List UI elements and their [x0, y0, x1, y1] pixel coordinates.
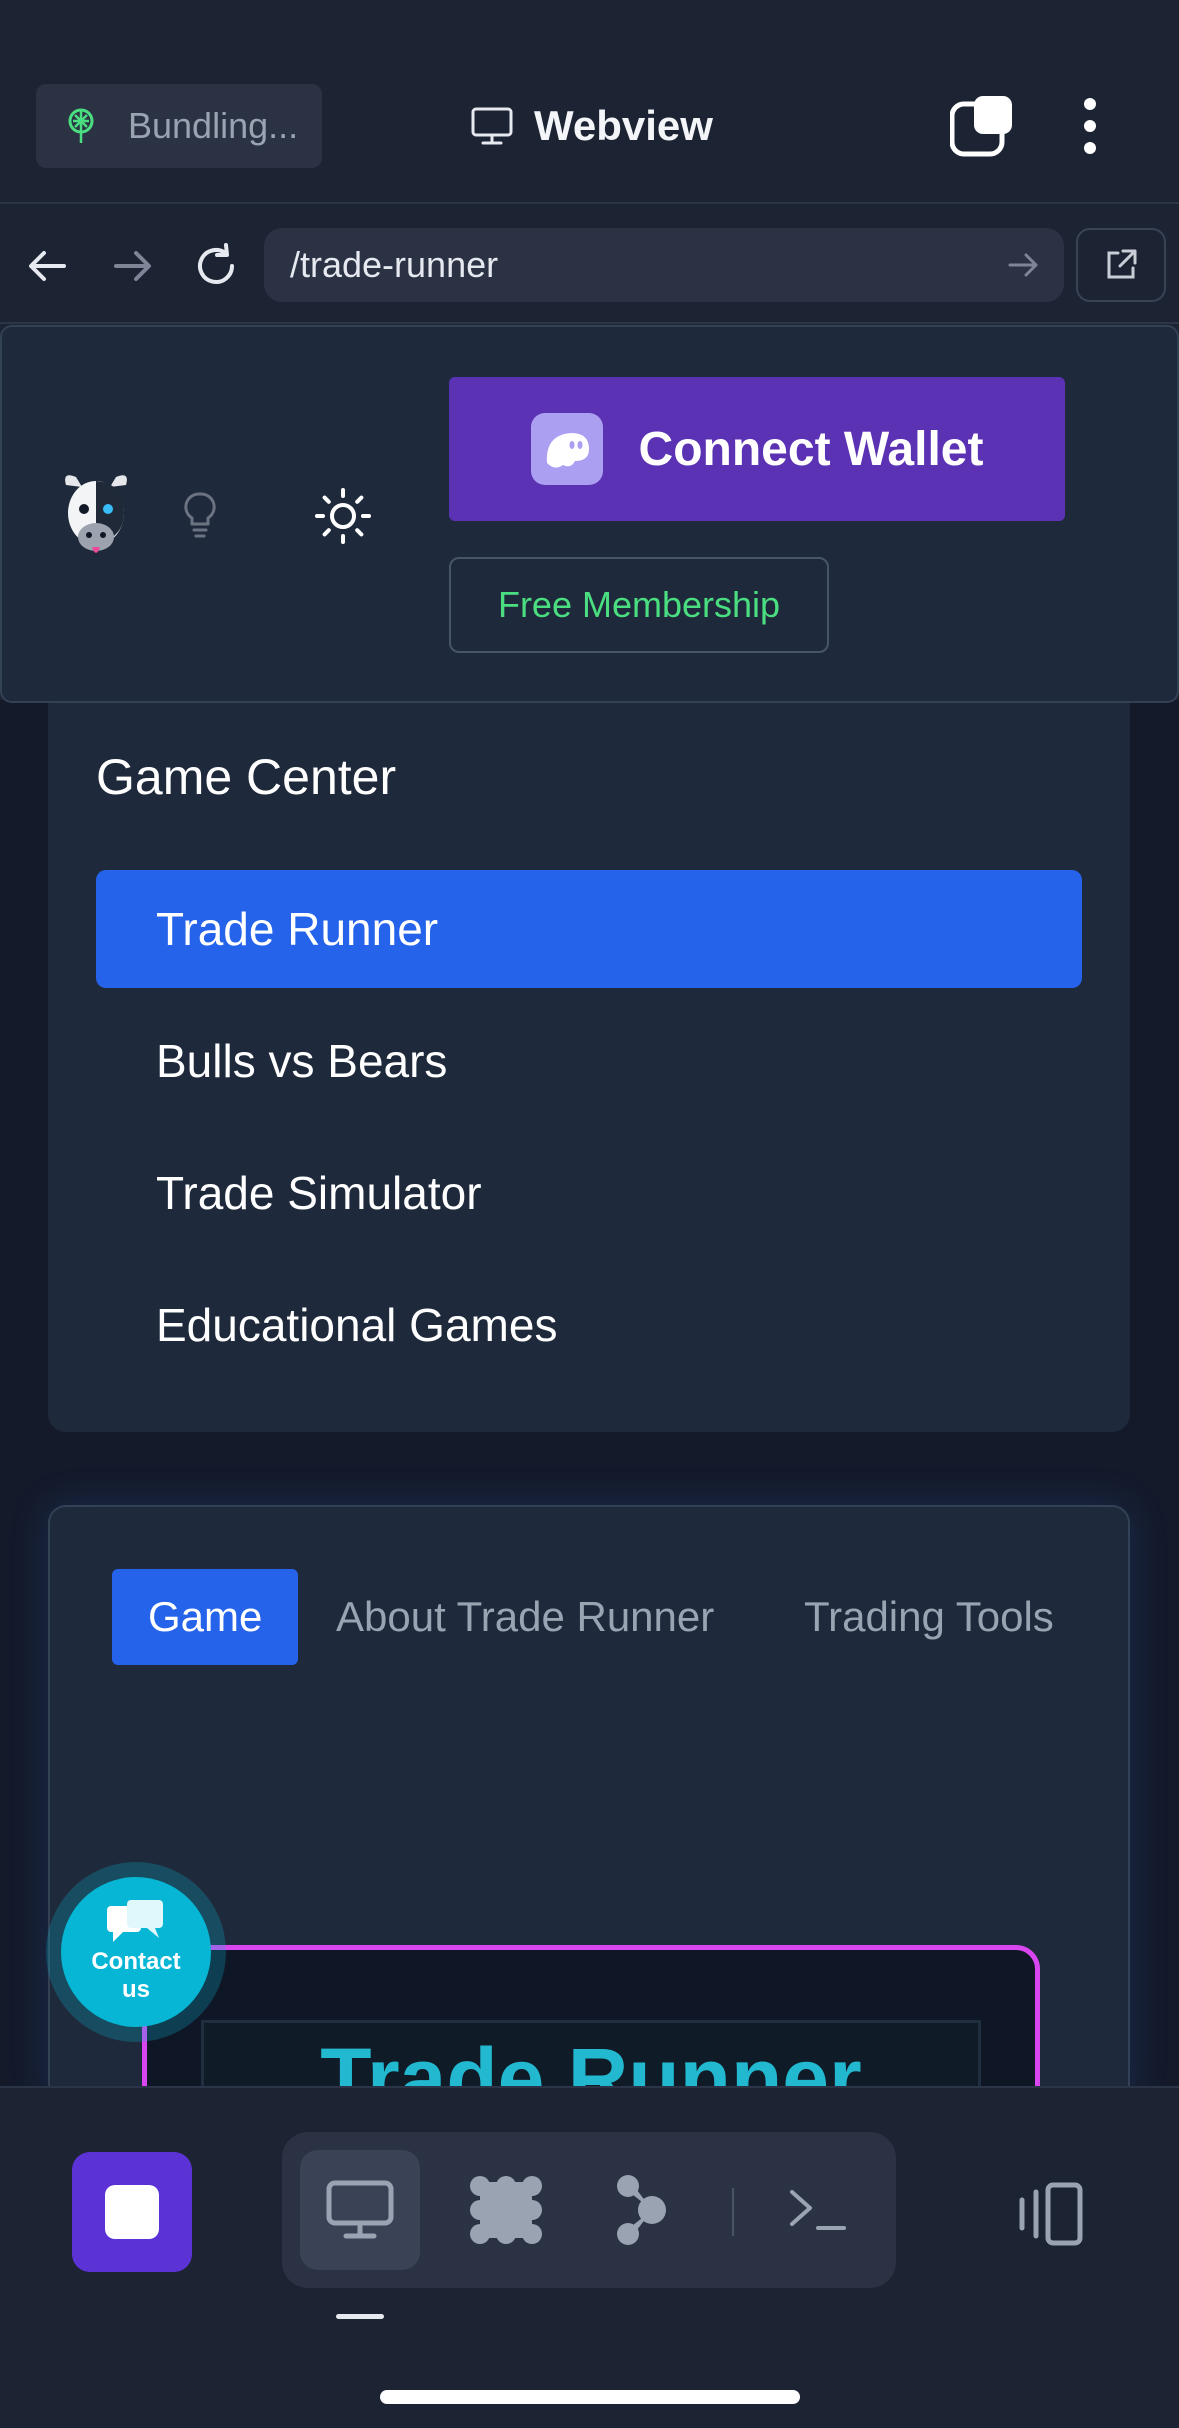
open-external-button[interactable]: [1076, 228, 1166, 302]
game-center-item-trade-simulator[interactable]: Trade Simulator: [96, 1134, 1082, 1252]
webview-title-text: Webview: [534, 102, 713, 149]
bundling-status[interactable]: Bundling...: [36, 84, 322, 168]
phantom-ghost-icon: [530, 413, 603, 485]
sun-icon[interactable]: [314, 487, 372, 545]
active-view-indicator: [336, 2314, 384, 2319]
cluster-icon: [470, 2176, 542, 2244]
view-switcher: [282, 2132, 896, 2288]
game-center-item-label: Educational Games: [156, 1299, 558, 1351]
go-icon[interactable]: [1004, 246, 1042, 284]
stop-button[interactable]: [72, 2152, 192, 2272]
url-text: /trade-runner: [290, 244, 499, 285]
agent-button[interactable]: [580, 2150, 700, 2270]
more-vertical-icon[interactable]: [1080, 94, 1100, 158]
home-indicator: [380, 2390, 800, 2404]
game-center-item-label: Trade Simulator: [156, 1167, 482, 1219]
preview-icon: [326, 2180, 394, 2239]
free-membership-label: Free Membership: [497, 584, 781, 625]
url-bar: /trade-runner: [0, 206, 1179, 324]
connect-wallet-button[interactable]: Connect Wallet: [449, 377, 1065, 521]
game-center-item-label: Trade Runner: [156, 903, 439, 955]
terminal-icon: [790, 2190, 846, 2230]
webview-title: Webview: [470, 98, 713, 154]
open-external-icon: [1107, 249, 1137, 279]
expo-icon: [62, 107, 100, 145]
bull-logo-icon[interactable]: [60, 467, 132, 563]
bundling-label: Bundling...: [128, 105, 299, 146]
game-center-item-label: Bulls vs Bears: [156, 1035, 448, 1087]
back-icon[interactable]: [24, 242, 72, 290]
lightbulb-icon[interactable]: [180, 491, 220, 539]
tabs-icon[interactable]: [950, 94, 1014, 158]
tab-label: Game: [148, 1593, 263, 1640]
game-center-menu: Game Center Trade Runner Bulls vs Bears …: [48, 690, 1130, 1432]
tab-label: About Trade Runner: [336, 1593, 715, 1640]
game-center-title: Game Center: [96, 749, 397, 805]
terminal-button[interactable]: [758, 2150, 878, 2270]
connect-wallet-label: Connect Wallet: [638, 422, 984, 476]
game-canvas[interactable]: Trade Runner: [142, 1945, 1040, 2103]
game-panel: Game About Trade Runner Trading Tools Tr…: [48, 1505, 1130, 2105]
contact-us-line2: us: [121, 1976, 150, 2003]
forward-icon[interactable]: [108, 242, 156, 290]
app-top-bar: Bundling... Webview: [0, 0, 1179, 204]
tab-label: Trading Tools: [804, 1593, 1054, 1640]
url-input[interactable]: /trade-runner: [264, 228, 1064, 302]
contact-us-core: Contact us: [61, 1877, 211, 2027]
agent-icon: [617, 2175, 666, 2245]
device-icon[interactable]: [1010, 2182, 1084, 2246]
contact-us-button[interactable]: Contact us: [46, 1862, 226, 2042]
cluster-button[interactable]: [446, 2150, 566, 2270]
tab-about-trade-runner[interactable]: About Trade Runner: [336, 1569, 714, 1665]
chat-bubbles-icon: [107, 1900, 163, 1942]
monitor-icon: [471, 107, 513, 145]
preview-button[interactable]: [300, 2150, 420, 2270]
game-center-item-bulls-vs-bears[interactable]: Bulls vs Bears: [96, 1002, 1082, 1120]
tab-game[interactable]: Game: [112, 1569, 299, 1665]
tab-trading-tools[interactable]: Trading Tools: [804, 1569, 1054, 1665]
game-center-item-trade-runner[interactable]: Trade Runner: [96, 870, 1082, 988]
toolbar-divider: [732, 2188, 734, 2236]
game-center-item-educational-games[interactable]: Educational Games: [96, 1266, 1082, 1384]
dev-toolbar: [0, 2086, 1179, 2428]
free-membership-button[interactable]: Free Membership: [449, 557, 829, 653]
stop-icon: [105, 2185, 159, 2239]
site-header: Connect Wallet Free Membership: [0, 325, 1179, 703]
reload-icon[interactable]: [192, 242, 240, 290]
contact-us-line1: Contact: [91, 1948, 181, 1975]
